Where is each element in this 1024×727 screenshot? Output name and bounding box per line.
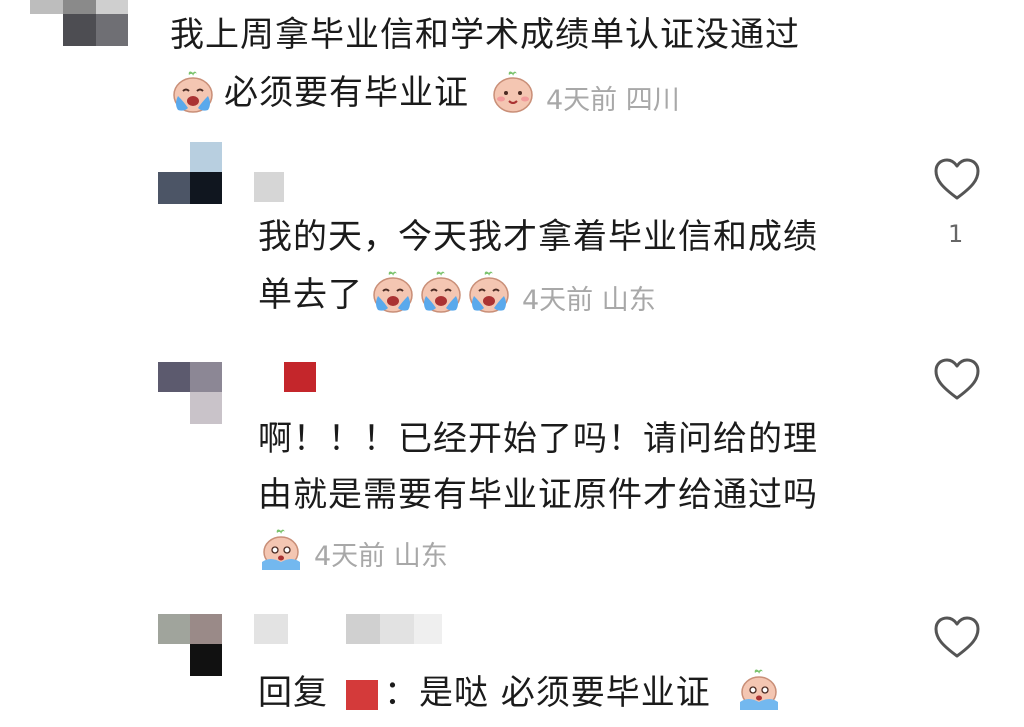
comment-meta: 4天前 山东 (522, 285, 656, 316)
comment-text-line2: 由就是需要有毕业证原件才给通过吗 (258, 475, 818, 515)
crying-face-emoji (370, 270, 416, 316)
comment-meta: 4天前 四川 (546, 85, 680, 116)
heart-icon[interactable] (932, 156, 982, 202)
username-redacted[interactable] (414, 614, 442, 644)
avatar[interactable] (158, 142, 222, 204)
avatar[interactable] (30, 0, 128, 46)
reply-prefix: 回复 (258, 673, 328, 713)
username-redacted[interactable] (254, 172, 284, 202)
crying-face-emoji (418, 270, 464, 316)
like-count: 1 (948, 220, 964, 248)
comment-text: 我上周拿毕业信和学术成绩单认证没通过 (170, 15, 800, 55)
username-redacted[interactable] (380, 614, 414, 644)
sobbing-face-emoji (736, 668, 782, 714)
comment-text: ：是哒 必须要毕业证 (384, 673, 711, 713)
username-redacted[interactable] (254, 614, 288, 644)
comment-meta: 4天前 山东 (314, 541, 448, 572)
heart-icon[interactable] (932, 614, 982, 660)
comment-text-line1: 啊！！！已经开始了吗！请问给的理 (258, 419, 818, 459)
heart-icon[interactable] (932, 356, 982, 402)
crying-face-emoji (170, 70, 216, 116)
username-redacted[interactable] (346, 614, 380, 644)
comment-text-line2: 单去了 (258, 275, 363, 315)
username-redacted[interactable] (284, 362, 316, 392)
avatar[interactable] (158, 362, 222, 424)
sobbing-face-emoji (258, 528, 304, 574)
comment-text-line1: 我的天，今天我才拿着毕业信和成绩 (258, 217, 818, 257)
crying-face-emoji (466, 270, 512, 316)
avatar[interactable] (158, 614, 222, 676)
reply-target-redacted[interactable] (346, 680, 378, 710)
blush-face-emoji (490, 70, 536, 116)
comment-text-2: 必须要有毕业证 (224, 73, 469, 113)
